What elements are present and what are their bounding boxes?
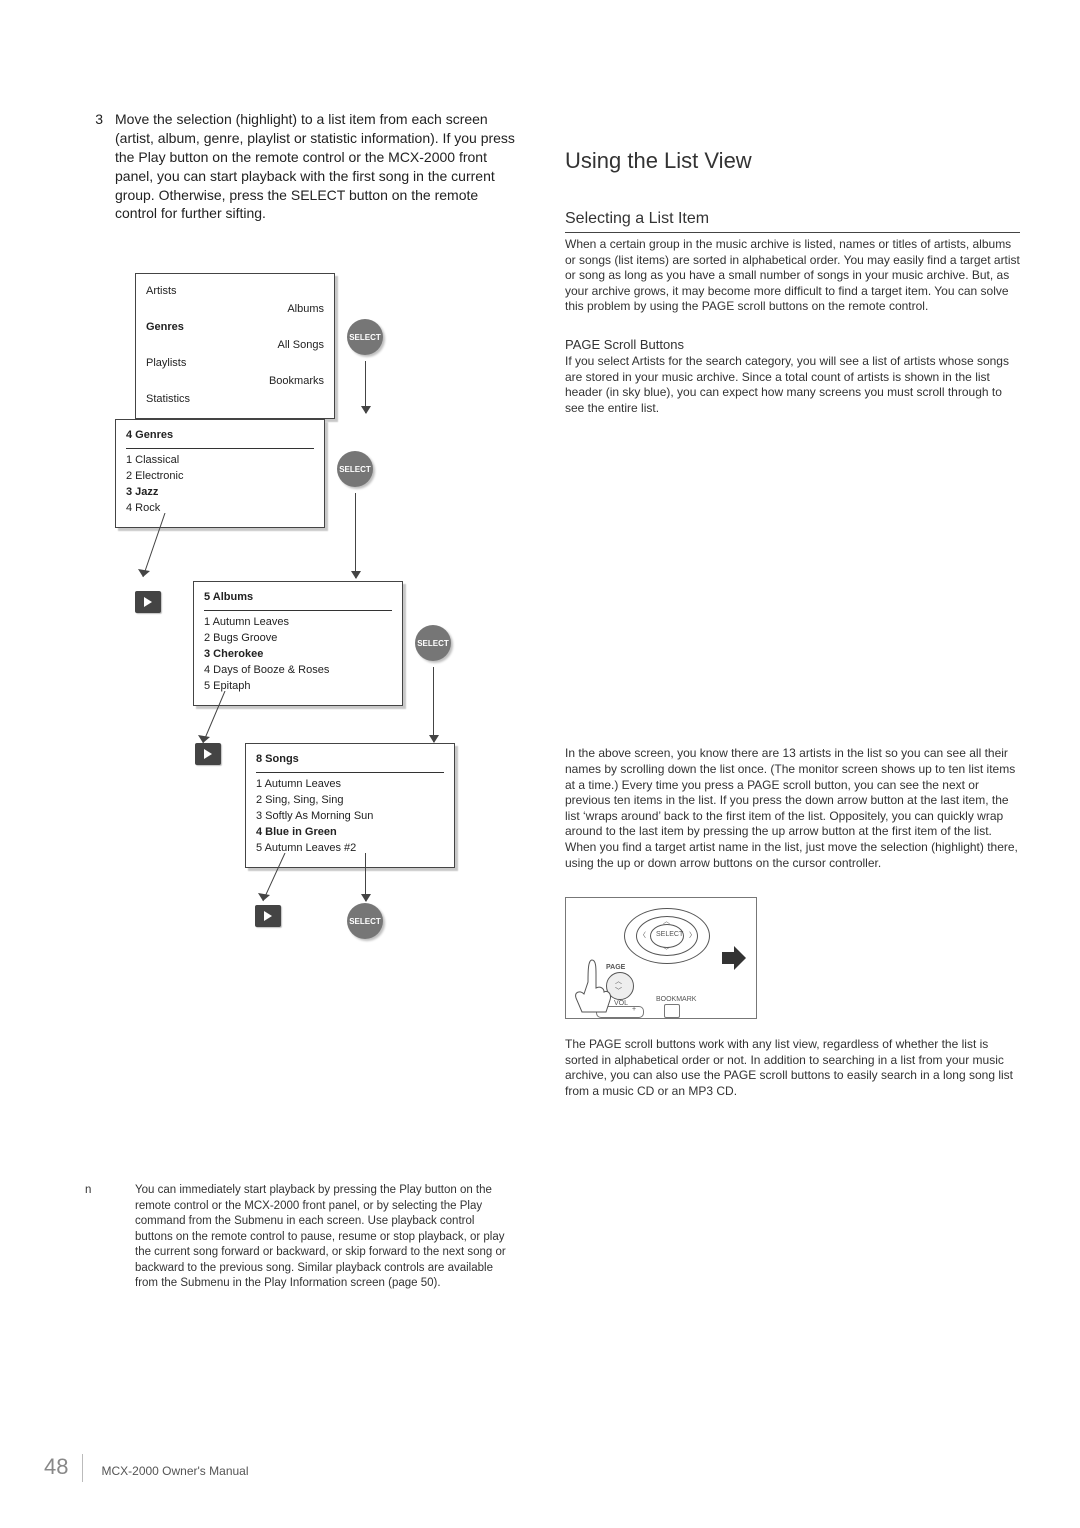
list-item: 1 Classical <box>126 453 314 469</box>
play-button-1[interactable] <box>135 591 161 613</box>
chevron-left-icon: 〈 <box>639 930 646 940</box>
footnote-bullet: n <box>85 1183 105 1292</box>
list-item: 2 Bugs Groove <box>204 631 392 647</box>
arrow-1 <box>365 361 366 413</box>
arrow-4 <box>365 853 366 901</box>
arrow-diag-1 <box>155 513 156 514</box>
paragraph-1: When a certain group in the music archiv… <box>565 237 1020 315</box>
paragraph-2: If you select Artists for the search cat… <box>565 354 1020 416</box>
list-item: 2 Sing, Sing, Sing <box>256 793 444 809</box>
step-number: 3 <box>85 110 103 223</box>
chevron-up-icon: ︿ <box>615 976 622 986</box>
albums-header: 5 Albums <box>204 590 392 611</box>
box-albums: 5 Albums 1 Autumn Leaves 2 Bugs Groove 3… <box>193 581 403 706</box>
list-item: 4 Blue in Green <box>256 825 444 841</box>
genres-header: 4 Genres <box>126 428 314 449</box>
play-button-3[interactable] <box>255 905 281 927</box>
navigation-diagram: Artists Albums Genres All Songs Playlist… <box>115 273 515 1013</box>
chevron-down-icon: ﹀ <box>663 946 670 956</box>
paragraph-3: In the above screen, you know there are … <box>565 746 1020 871</box>
chevron-right-icon: 〉 <box>689 930 696 940</box>
cat-artists: Artists <box>146 284 177 300</box>
list-item: 3 Softly As Morning Sun <box>256 809 444 825</box>
hand-icon <box>572 958 614 1014</box>
select-label: SELECT <box>656 931 683 938</box>
select-button-1[interactable]: SELECT <box>347 319 383 355</box>
arrow-diag-2 <box>215 691 216 692</box>
step-text: Move the selection (highlight) to a list… <box>115 110 515 223</box>
select-button-4[interactable]: SELECT <box>347 903 383 939</box>
arrow-diag-3 <box>275 853 276 854</box>
list-item: 3 Jazz <box>126 485 314 501</box>
select-button-3[interactable]: SELECT <box>415 625 451 661</box>
cat-playlists: Playlists <box>146 356 186 372</box>
list-item: 1 Autumn Leaves <box>256 777 444 793</box>
box-categories: Artists Albums Genres All Songs Playlist… <box>135 273 335 419</box>
remote-control-diagram: SELECT 〈 〉 ︿ ﹀ PAGE ︿ ﹀ VOL − + BOOKMARK <box>565 897 757 1019</box>
arrow-right-icon <box>720 944 748 972</box>
footnote: n You can immediately start playback by … <box>85 1183 515 1292</box>
box-songs: 8 Songs 1 Autumn Leaves 2 Sing, Sing, Si… <box>245 743 455 868</box>
list-item: 4 Days of Booze & Roses <box>204 663 392 679</box>
chevron-up-icon: ︿ <box>663 916 670 926</box>
page-footer: 48 MCX-2000 Owner's Manual <box>44 1454 249 1482</box>
cat-albums: Albums <box>287 302 324 318</box>
cat-statistics: Statistics <box>146 392 190 408</box>
list-item: 1 Autumn Leaves <box>204 615 392 631</box>
songs-header: 8 Songs <box>256 752 444 773</box>
list-item: 2 Electronic <box>126 469 314 485</box>
play-button-2[interactable] <box>195 743 221 765</box>
cat-bookmarks: Bookmarks <box>269 374 324 390</box>
page-scroll-title: PAGE Scroll Buttons <box>565 337 1020 352</box>
section-heading: Using the List View <box>565 148 1020 174</box>
section-subheading: Selecting a List Item <box>565 210 1020 233</box>
select-button-2[interactable]: SELECT <box>337 451 373 487</box>
page-number: 48 <box>44 1454 83 1482</box>
bookmark-button <box>664 1004 680 1018</box>
cat-genres: Genres <box>146 320 184 336</box>
step-3: 3 Move the selection (highlight) to a li… <box>85 110 515 223</box>
cat-allsongs: All Songs <box>278 338 324 354</box>
box-genres: 4 Genres 1 Classical 2 Electronic 3 Jazz… <box>115 419 325 528</box>
footnote-text: You can immediately start playback by pr… <box>135 1183 515 1292</box>
bookmark-label: BOOKMARK <box>656 996 696 1003</box>
arrow-3 <box>433 667 434 742</box>
manual-title: MCX-2000 Owner's Manual <box>101 1464 248 1482</box>
list-item: 3 Cherokee <box>204 647 392 663</box>
chevron-down-icon: ﹀ <box>615 986 622 996</box>
paragraph-4: The PAGE scroll buttons work with any li… <box>565 1037 1020 1099</box>
arrow-2 <box>355 493 356 578</box>
